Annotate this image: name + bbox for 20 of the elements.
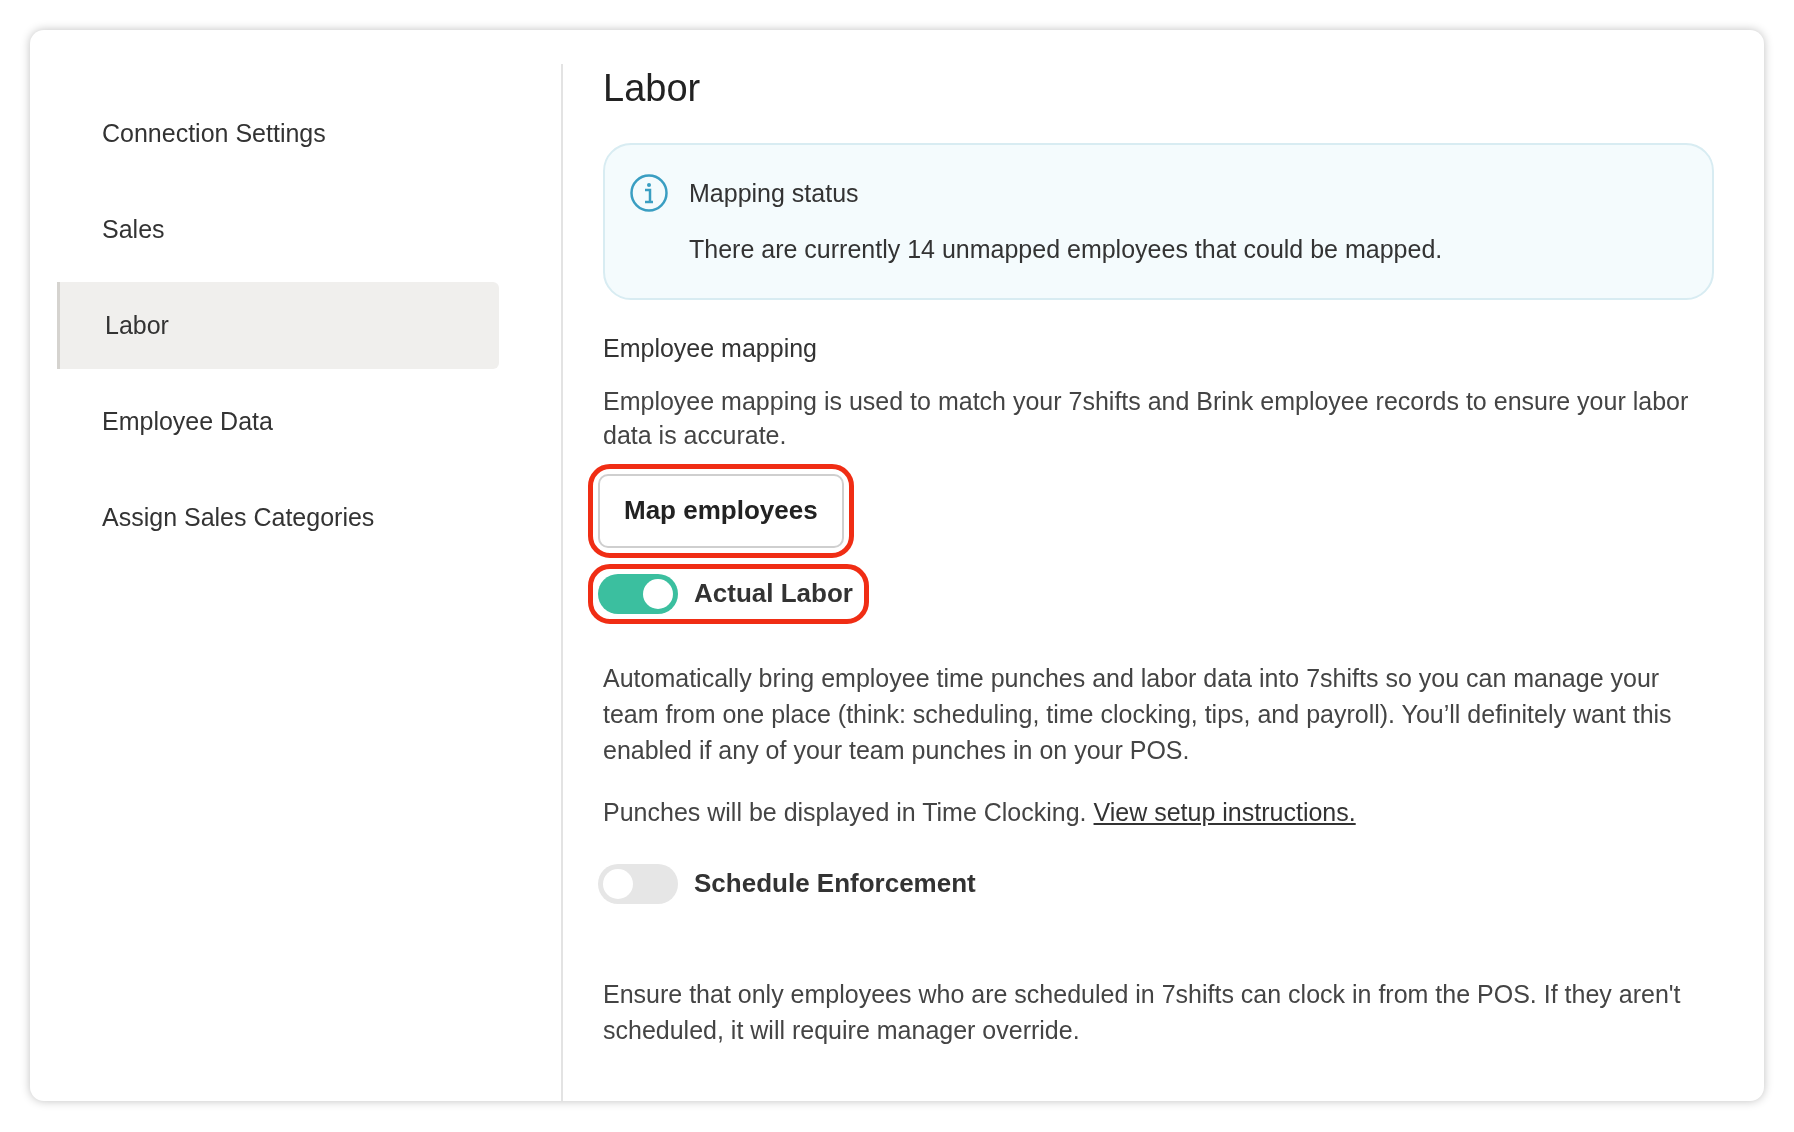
toggle-switch[interactable] — [598, 863, 678, 904]
section-description: Employee mapping is used to match your 7shifts and Brink employee records to ensure your labor data is accurate. — [603, 385, 1690, 451]
sidebar-item[interactable]: Employee Data — [57, 378, 499, 465]
description-text: Ensure that only employees who are scheduled in 7shifts can clock in from the POS. If they aren't scheduled, it will require manager override. — [603, 978, 1682, 1046]
toggle-label: Schedule Enforcement — [694, 867, 976, 900]
page-title: Labor — [603, 66, 702, 111]
sidebar-item[interactable]: Assign Sales Categories — [57, 474, 499, 561]
sidebar-item[interactable]: Labor — [57, 282, 499, 369]
toggle-switch[interactable] — [598, 573, 678, 614]
setup-instructions-link[interactable]: View setup instructions. — [1093, 797, 1356, 826]
sidebar-item[interactable]: Sales — [57, 186, 499, 273]
sidebar-item[interactable]: Connection Settings — [57, 90, 499, 177]
info-icon — [629, 173, 669, 213]
section-heading: Employee mapping — [603, 333, 818, 364]
info-title: Mapping status — [689, 178, 860, 209]
description-text: Automatically bring employee time punches and labor data into 7shifts so you can manage your team from one place (think: scheduling, time clocking, tips, and payroll). You’ll definitely want this enabled if any of your team punches in on your POS. — [603, 662, 1673, 766]
description-text: Punches will be displayed in Time Clocking. View setup instructions. — [603, 796, 1357, 828]
map-employees-button[interactable]: Map employees — [598, 473, 844, 548]
toggle-label: Actual Labor — [694, 577, 853, 610]
info-text: There are currently 14 unmapped employees that could be mapped. — [689, 233, 1443, 265]
